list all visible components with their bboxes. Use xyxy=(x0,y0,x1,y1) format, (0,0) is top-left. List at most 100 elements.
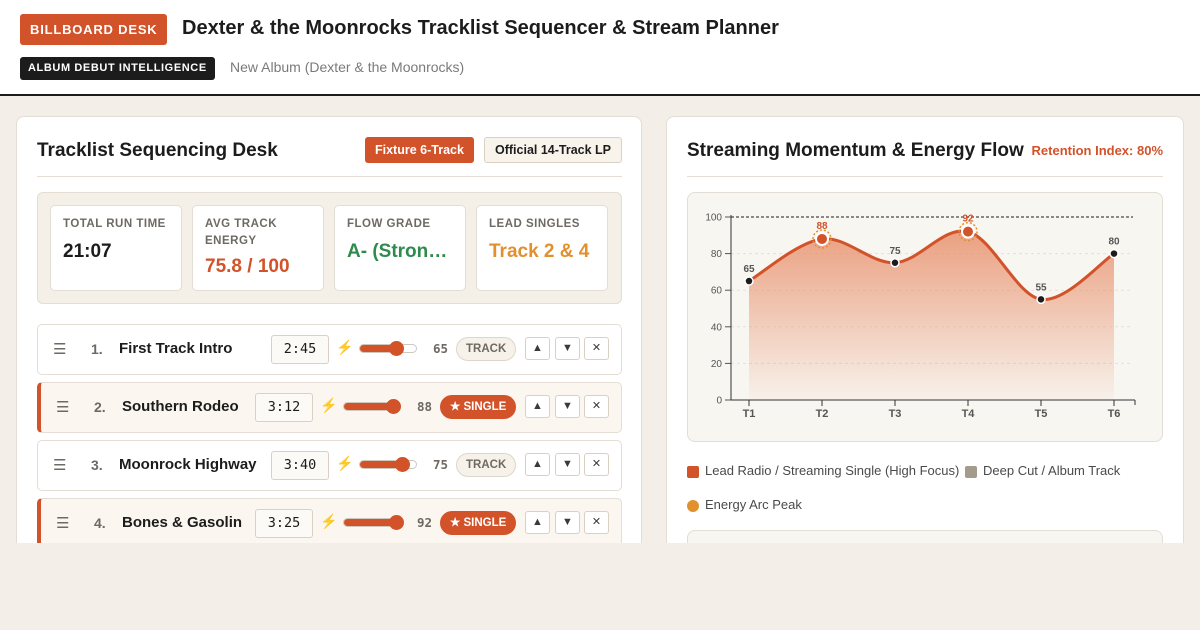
track-number: 1. xyxy=(91,341,103,357)
fixture-6-track-button[interactable]: Fixture 6-Track xyxy=(365,137,474,163)
data-label: 75 xyxy=(889,246,901,257)
page-bottom-band xyxy=(0,543,1200,630)
y-tick-label: 0 xyxy=(716,396,722,407)
energy-value: 88 xyxy=(417,399,433,414)
drag-handle-icon[interactable]: ☰ xyxy=(53,456,66,474)
energy-area xyxy=(749,230,1114,400)
y-tick-label: 80 xyxy=(711,249,723,260)
move-up-button[interactable]: ▲ xyxy=(525,337,550,360)
track-number: 4. xyxy=(94,515,106,531)
panel-divider xyxy=(687,176,1163,177)
stat-label: AVG TRACK ENERGY xyxy=(205,218,278,247)
energy-value: 92 xyxy=(417,515,433,530)
remove-track-button[interactable]: ✕ xyxy=(584,337,609,360)
move-down-button[interactable]: ▼ xyxy=(555,453,580,476)
energy-slider[interactable] xyxy=(359,341,417,356)
track-number: 3. xyxy=(91,457,103,473)
track-row[interactable]: ☰ 1. First Track Intro 2:45 ⚡ 65 TRACK ▲ ▼ ✕ xyxy=(37,324,622,375)
energy-slider[interactable] xyxy=(359,457,417,472)
tracklist-panel-title: Tracklist Sequencing Desk xyxy=(37,140,278,161)
track-name: Moonrock Highway xyxy=(119,456,257,473)
x-tick-label: T4 xyxy=(962,408,976,420)
stat-value: A- (Strong Flow) xyxy=(347,241,453,262)
stat-avg-energy: AVG TRACK ENERGY 75.8 / 100 xyxy=(192,205,324,291)
energy-slider-knob[interactable] xyxy=(389,341,404,356)
energy-bolt-icon: ⚡ xyxy=(336,455,354,471)
stat-flow-grade: FLOW GRADE A- (Strong Flow) xyxy=(334,205,466,291)
legend-swatch xyxy=(687,466,699,478)
top-header: BILLBOARD DESK Dexter & the Moonrocks Tr… xyxy=(0,0,1200,96)
y-tick-label: 100 xyxy=(705,213,722,224)
track-point xyxy=(1109,248,1119,259)
move-up-button[interactable]: ▲ xyxy=(525,453,550,476)
y-tick-label: 60 xyxy=(711,286,723,297)
x-tick-label: T1 xyxy=(743,408,756,420)
track-type-toggle[interactable]: TRACK xyxy=(456,453,517,477)
track-point xyxy=(744,276,754,286)
track-duration-input[interactable]: 2:45 xyxy=(271,335,329,364)
move-down-button[interactable]: ▼ xyxy=(555,395,580,418)
chart-svg: 0 20 40 60 80 100 T1 65 T2 88 T3 75 T4 92 T5 55 T6 80 xyxy=(705,213,1136,420)
energy-value: 75 xyxy=(433,457,449,472)
stats-summary: TOTAL RUN TIME 21:07 AVG TRACK ENERGY 75… xyxy=(37,192,622,304)
move-down-button[interactable]: ▼ xyxy=(555,511,580,534)
stat-label: TOTAL RUN TIME xyxy=(63,218,166,230)
data-label: 80 xyxy=(1108,237,1120,248)
y-tick-label: 20 xyxy=(711,359,723,370)
track-name: Southern Rodeo xyxy=(122,398,239,415)
energy-slider[interactable] xyxy=(343,515,404,530)
legend-label: Deep Cut / Album Track xyxy=(983,463,1121,478)
track-number: 2. xyxy=(94,399,106,415)
energy-slider-knob[interactable] xyxy=(386,399,401,414)
track-row[interactable]: ☰ 4. Bones & Gasolin 3:25 ⚡ 92 ★ SINGLE ▲ ▼ ✕ xyxy=(37,498,622,549)
y-tick-label: 40 xyxy=(711,322,723,333)
move-up-button[interactable]: ▲ xyxy=(525,511,550,534)
stat-label: FLOW GRADE xyxy=(347,218,431,230)
official-14-track-button[interactable]: Official 14-Track LP xyxy=(484,137,623,163)
remove-track-button[interactable]: ✕ xyxy=(584,453,609,476)
track-row[interactable]: ☰ 3. Moonrock Highway 3:40 ⚡ 75 TRACK ▲ ▼ ✕ xyxy=(37,440,622,491)
energy-slider[interactable] xyxy=(343,399,401,414)
tracklist-panel: Tracklist Sequencing Desk Fixture 6-Trac… xyxy=(16,116,642,556)
legend-swatch xyxy=(965,466,977,478)
drag-handle-icon[interactable]: ☰ xyxy=(53,340,66,358)
stat-label: LEAD SINGLES xyxy=(489,218,580,230)
remove-track-button[interactable]: ✕ xyxy=(584,395,609,418)
energy-slider-knob[interactable] xyxy=(395,457,410,472)
move-down-button[interactable]: ▼ xyxy=(555,337,580,360)
stat-run-time: TOTAL RUN TIME 21:07 xyxy=(50,205,182,291)
data-label: 55 xyxy=(1035,282,1047,293)
drag-handle-icon[interactable]: ☰ xyxy=(56,398,69,416)
stat-value: 21:07 xyxy=(63,241,112,262)
page-title: Dexter & the Moonrocks Tracklist Sequenc… xyxy=(182,17,779,39)
track-row[interactable]: ☰ 2. Southern Rodeo 3:12 ⚡ 88 ★ SINGLE ▲ ▼ ✕ xyxy=(37,382,622,433)
energy-bolt-icon: ⚡ xyxy=(336,339,354,355)
x-tick-label: T2 xyxy=(816,408,829,420)
track-duration-input[interactable]: 3:40 xyxy=(271,451,329,480)
legend-label: Lead Radio / Streaming Single (High Focu… xyxy=(705,463,960,478)
drag-handle-icon[interactable]: ☰ xyxy=(56,514,69,532)
energy-value: 65 xyxy=(433,341,449,356)
remove-track-button[interactable]: ✕ xyxy=(584,511,609,534)
stat-value: 75.8 / 100 xyxy=(205,256,290,277)
track-point xyxy=(890,258,900,268)
x-tick-label: T3 xyxy=(889,408,902,420)
energy-slider-knob[interactable] xyxy=(389,515,404,530)
track-type-toggle[interactable]: TRACK xyxy=(456,337,517,361)
stat-value: Track 2 & 4 xyxy=(489,241,590,262)
track-type-toggle[interactable]: ★ SINGLE xyxy=(440,395,517,419)
stat-lead-singles: LEAD SINGLES Track 2 & 4 xyxy=(476,205,608,291)
track-type-toggle[interactable]: ★ SINGLE xyxy=(440,511,517,535)
legend-item-energy-peak: Energy Arc Peak xyxy=(687,497,802,512)
single-point xyxy=(815,231,829,246)
legend-item-deep-cut: Deep Cut / Album Track xyxy=(965,463,1120,478)
track-duration-input[interactable]: 3:12 xyxy=(255,393,313,422)
track-duration-input[interactable]: 3:25 xyxy=(255,509,313,538)
legend-label: Energy Arc Peak xyxy=(705,497,802,512)
single-point xyxy=(961,224,975,239)
track-point xyxy=(1036,294,1046,305)
track-name: Bones & Gasolin xyxy=(122,514,243,531)
brand-badge: BILLBOARD DESK xyxy=(20,14,168,45)
legend-swatch xyxy=(687,500,699,512)
move-up-button[interactable]: ▲ xyxy=(525,395,550,418)
